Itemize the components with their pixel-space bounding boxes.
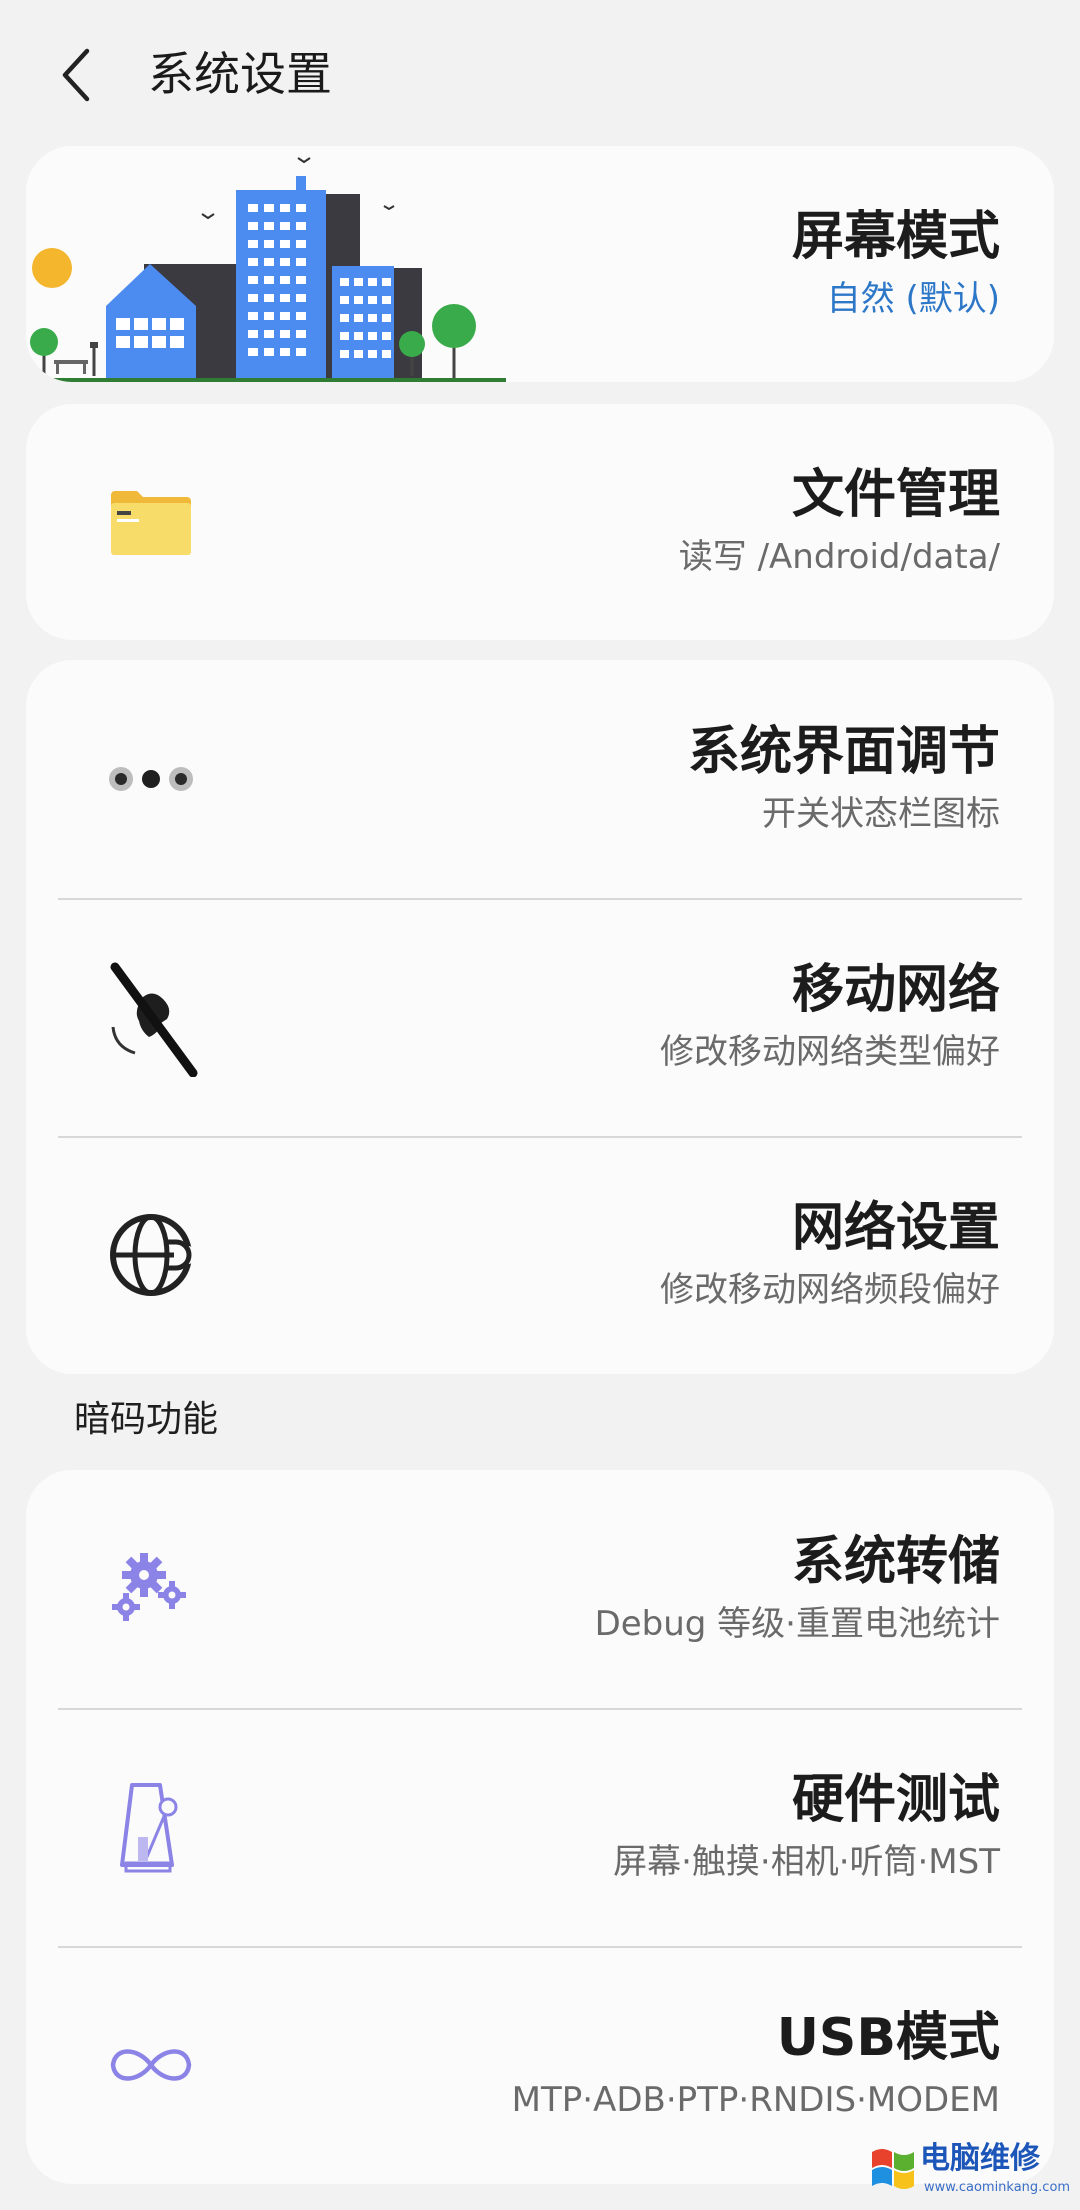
watermark: 电脑维修 www.caominkang.com — [868, 2140, 1074, 2204]
city-illustration — [26, 157, 506, 382]
screen-mode-text: 屏幕模式 自然 (默认) — [792, 204, 1000, 324]
list-item-network-settings[interactable]: 网络设置 修改移动网络频段偏好 — [26, 1136, 1054, 1374]
screen-mode-card[interactable]: 屏幕模式 自然 (默认) — [26, 146, 1054, 382]
top-bar: 系统设置 — [0, 0, 1080, 145]
list-item-title: 系统转储 — [791, 1532, 1000, 1592]
list-item-title: 移动网络 — [791, 960, 1000, 1020]
satellite-off-icon — [110, 962, 198, 1077]
file-manager-title: 文件管理 — [791, 465, 1000, 525]
metronome-icon — [120, 1783, 178, 1873]
list-item-subtitle: Debug 等级·重置电池统计 — [594, 1604, 1000, 1644]
folder-icon-wrap — [96, 467, 206, 577]
list-item-title: 系统界面调节 — [687, 722, 1000, 782]
list-item-title: 硬件测试 — [791, 1770, 1000, 1830]
watermark-url: www.caominkang.com — [924, 2180, 1071, 2195]
list-item-system-ui[interactable]: 系统界面调节 开关状态栏图标 — [26, 660, 1054, 898]
globe-icon — [110, 1214, 192, 1296]
list-item-mobile-network[interactable]: 移动网络 修改移动网络类型偏好 — [26, 898, 1054, 1136]
watermark-text: 电脑维修 — [920, 2141, 1040, 2176]
list-item-subtitle: MTP·ADB·PTP·RNDIS·MODEM — [511, 2080, 1000, 2120]
list-item-subtitle: 修改移动网络类型偏好 — [660, 1032, 1000, 1072]
gears-icon — [112, 1553, 186, 1621]
chevron-left-icon — [62, 48, 90, 102]
back-button[interactable] — [48, 40, 104, 110]
list-item-hardware-test[interactable]: 硬件测试 屏幕·触摸·相机·听筒·MST — [26, 1708, 1054, 1946]
list-item-title: USB模式 — [776, 2008, 1000, 2068]
dots-icon — [109, 767, 193, 791]
system-settings-card: 系统界面调节 开关状态栏图标 移动网络 修改移动网络类型偏好 网络设置 修改移动… — [26, 660, 1054, 1374]
list-item-subtitle: 屏幕·触摸·相机·听筒·MST — [613, 1842, 1000, 1882]
file-manager-text: 文件管理 读写 /Android/data/ — [679, 462, 1000, 582]
page-title: 系统设置 — [148, 47, 332, 101]
screen-mode-title: 屏幕模式 — [791, 207, 1000, 267]
file-manager-card[interactable]: 文件管理 读写 /Android/data/ — [26, 404, 1054, 640]
folder-icon — [111, 491, 191, 555]
section-header: 暗码功能 — [74, 1399, 219, 1440]
list-item-system-dump[interactable]: 系统转储 Debug 等级·重置电池统计 — [26, 1470, 1054, 1708]
list-item-subtitle: 开关状态栏图标 — [762, 794, 1000, 834]
screen-mode-value: 自然 (默认) — [826, 279, 1000, 319]
windows-logo-icon — [872, 2149, 914, 2189]
file-manager-subtitle: 读写 /Android/data/ — [678, 537, 1000, 577]
list-item-subtitle: 修改移动网络频段偏好 — [660, 1270, 1000, 1310]
infinity-icon — [110, 2049, 192, 2081]
secret-codes-card: 系统转储 Debug 等级·重置电池统计 硬件测试 屏幕·触摸·相机·听筒·MS… — [26, 1470, 1054, 2184]
list-item-title: 网络设置 — [791, 1198, 1000, 1258]
